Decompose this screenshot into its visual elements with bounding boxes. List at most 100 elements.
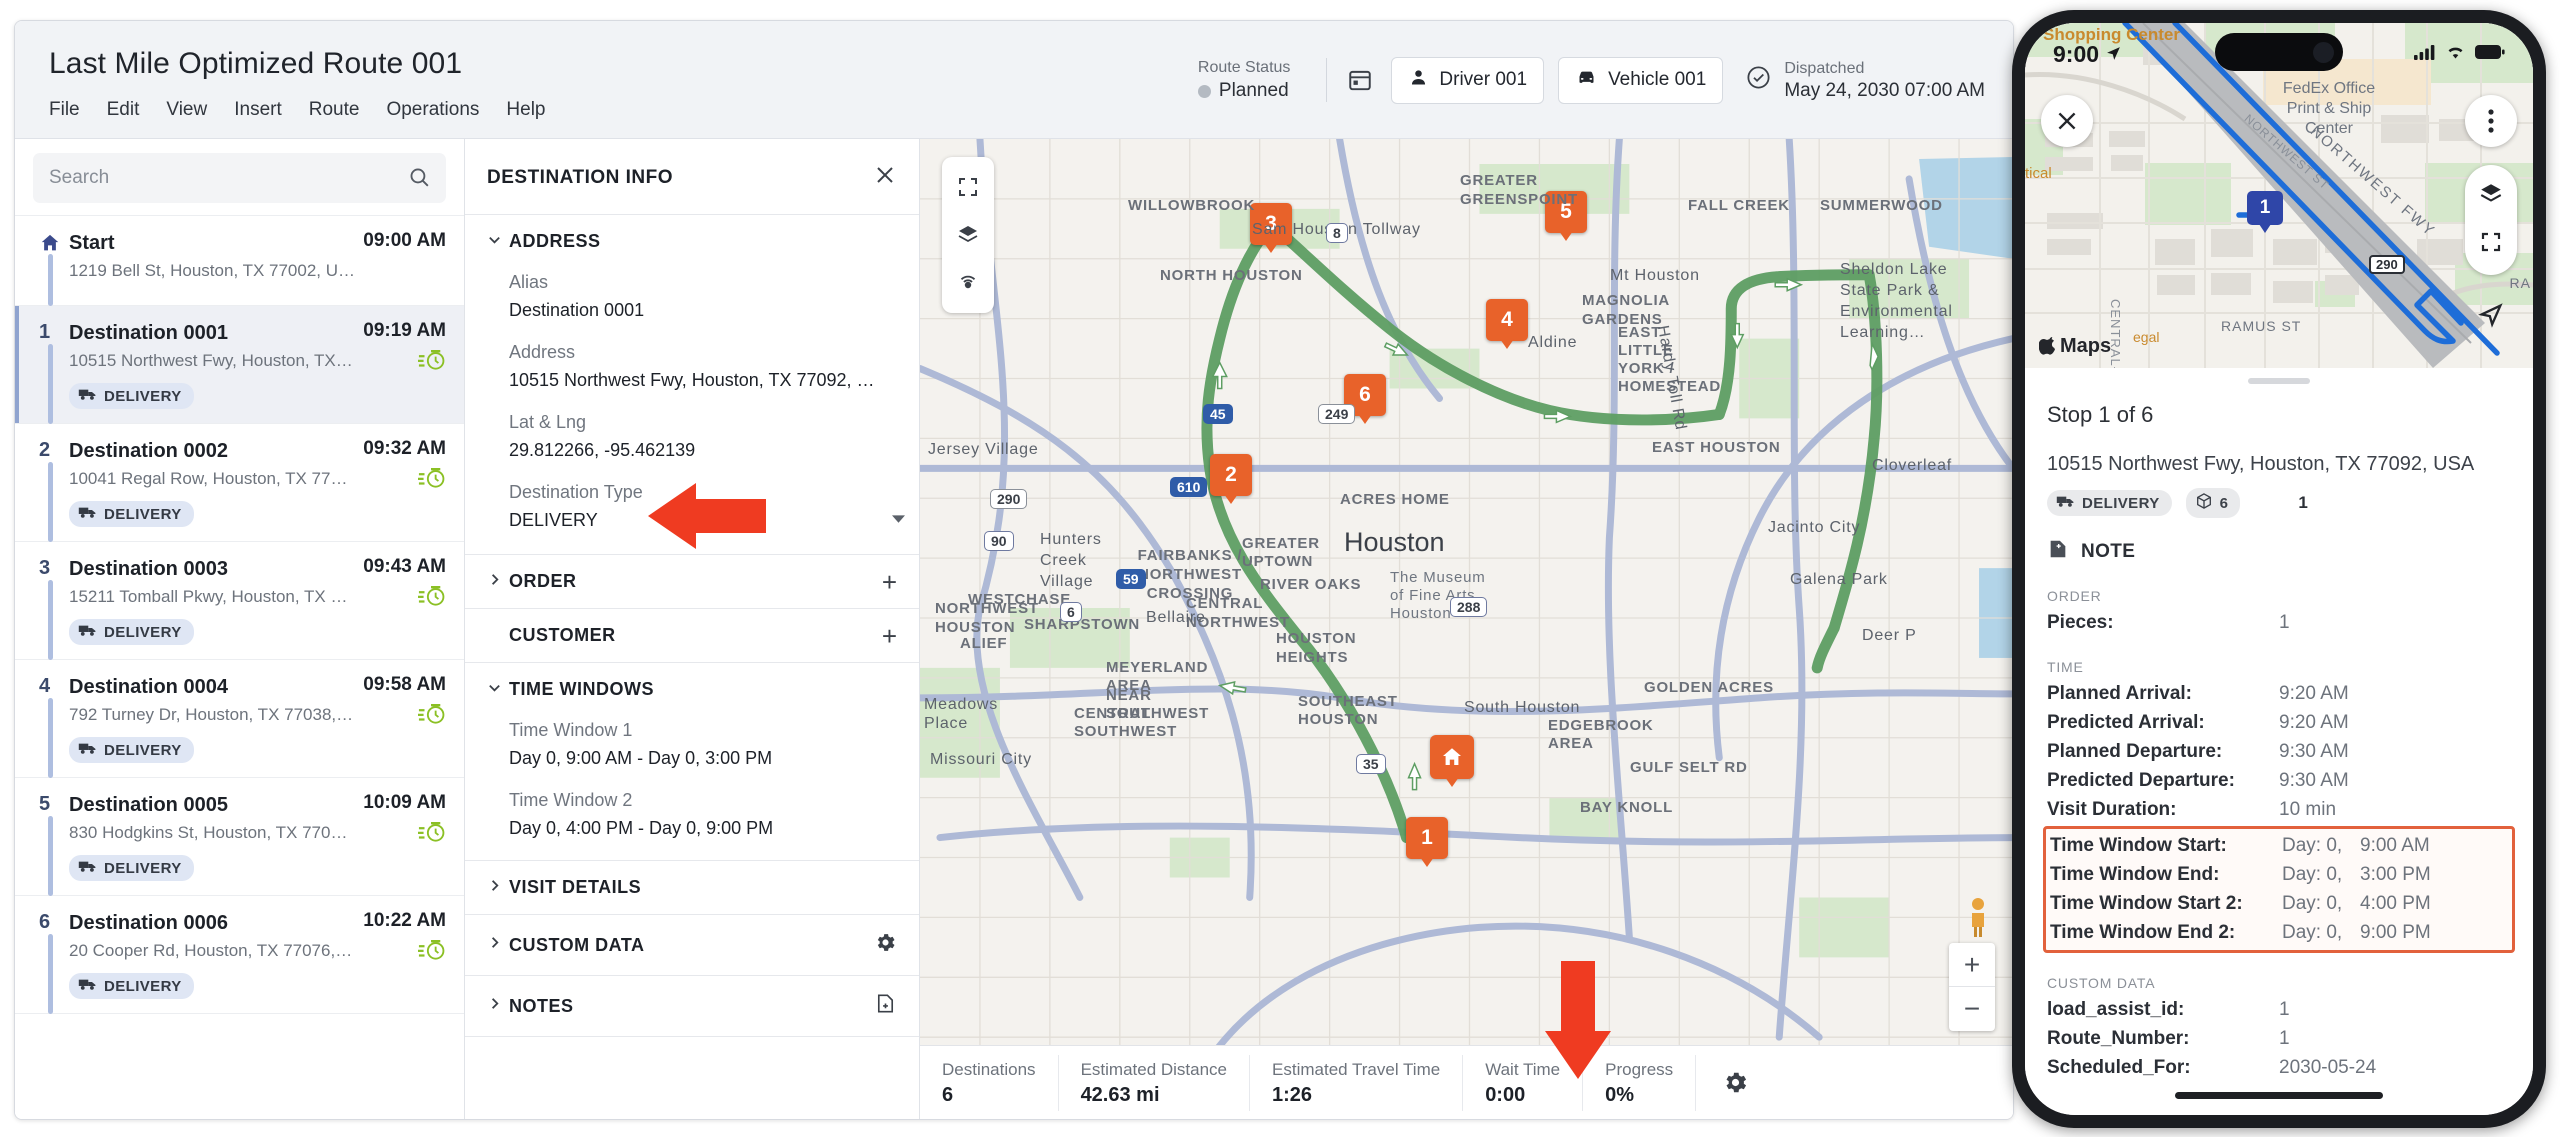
note-label: NOTE xyxy=(2081,541,2136,562)
gear-icon[interactable] xyxy=(874,931,897,959)
close-icon[interactable] xyxy=(873,163,897,192)
truck-icon xyxy=(78,977,97,995)
traffic-icon[interactable] xyxy=(942,259,994,307)
field-address-label: Address xyxy=(509,342,576,362)
menu-item-file[interactable]: File xyxy=(49,99,80,121)
desktop-window: Last Mile Optimized Route 001 File Edit … xyxy=(14,20,2014,1120)
calendar-icon[interactable] xyxy=(1343,63,1377,97)
detail-row: Visit Duration: 10 min xyxy=(2047,795,2511,824)
detail-row: Scheduled_For: 2030-05-24 xyxy=(2047,1053,2511,1082)
detail-row-key: load_assist_id: xyxy=(2047,999,2185,1020)
menu-item-operations[interactable]: Operations xyxy=(386,99,479,121)
map-label: WESTCHASE xyxy=(968,591,1072,608)
section-address-header[interactable]: ADDRESS xyxy=(465,215,919,268)
section-custom-data: CUSTOM DATA xyxy=(465,915,919,976)
stats-gear-icon[interactable] xyxy=(1696,1055,1774,1111)
list-item-title: Destination 0006 xyxy=(69,912,228,934)
street-view-icon[interactable] xyxy=(1965,895,1991,939)
list-item-index: 5 xyxy=(39,793,51,815)
field-alias-value[interactable]: Destination 0001 xyxy=(509,296,897,324)
map-marker-2[interactable]: 2 xyxy=(1210,454,1252,504)
map-label: GREATER GREENSPOINT xyxy=(1460,172,1578,208)
menu-item-route[interactable]: Route xyxy=(309,99,360,121)
zoom-out-button[interactable]: − xyxy=(1949,987,1995,1031)
add-order-button[interactable]: + xyxy=(882,569,897,595)
menu-item-edit[interactable]: Edit xyxy=(107,99,140,121)
map-label: South Houston xyxy=(1464,699,1581,716)
list-item-destination[interactable]: 3 Destination 0003 15211 Tomball Pkwy, Hou… xyxy=(15,542,464,660)
section-order-header[interactable]: ORDER + xyxy=(465,555,919,608)
map-marker-home[interactable] xyxy=(1430,735,1474,787)
add-customer-button[interactable]: + xyxy=(882,623,897,649)
map-label: GREATER UPTOWN xyxy=(1242,535,1320,570)
menu-item-insert[interactable]: Insert xyxy=(234,99,282,121)
delivery-badge: DELIVERY xyxy=(69,737,194,763)
field-latlng-value[interactable]: 29.812266, -95.462139 xyxy=(509,436,897,464)
field-address-value[interactable]: 10515 Northwest Fwy, Houston, TX 77092, … xyxy=(509,366,897,394)
list-item-title: Destination 0001 xyxy=(69,322,228,344)
route-status: Route Status Planned xyxy=(1197,57,1311,103)
map-canvas[interactable]: 1 2 3 4 5 6 WILLOWBROOK NORTH HOUSTON Je… xyxy=(920,139,2013,1119)
map-marker-1[interactable]: 1 xyxy=(1406,817,1448,867)
list-item-destination[interactable]: 2 Destination 0002 10041 Regal Row, Housto… xyxy=(15,424,464,542)
list-item-index: 2 xyxy=(39,439,51,461)
search-input[interactable] xyxy=(49,167,430,189)
menu-item-view[interactable]: View xyxy=(166,99,207,121)
delivery-badge-label: DELIVERY xyxy=(104,741,182,759)
note-button[interactable]: NOTE xyxy=(2047,538,2511,566)
list-item-destination[interactable]: 5 Destination 0005 830 Hodgkins St, Housto… xyxy=(15,778,464,896)
section-visit-details-header[interactable]: VISIT DETAILS xyxy=(465,861,919,914)
apple-maps-label: Maps xyxy=(2060,335,2112,357)
stat-value: 1:26 xyxy=(1272,1083,1313,1106)
search-box[interactable] xyxy=(33,153,446,203)
detail-row: Pieces: 1 xyxy=(2047,608,2511,637)
fullscreen-icon[interactable] xyxy=(942,163,994,211)
fullscreen-icon[interactable] xyxy=(2479,230,2503,259)
menu-item-help[interactable]: Help xyxy=(506,99,545,121)
field-time-window-1: Time Window 1 Day 0, 9:00 AM - Day 0, 3:… xyxy=(509,716,897,772)
time-window-1-value[interactable]: Day 0, 9:00 AM - Day 0, 3:00 PM xyxy=(509,744,897,772)
layers-icon[interactable] xyxy=(2478,181,2504,212)
map-label: NORTH HOUSTON xyxy=(1160,267,1303,284)
map-label: Missouri City xyxy=(930,751,1032,768)
navigate-icon[interactable] xyxy=(2465,289,2517,341)
route-status-value-wrap: Planned xyxy=(1197,79,1291,103)
phone-mockup: Shopping Center FedEx Office Print & Shi… xyxy=(2012,10,2546,1128)
zoom-controls: + − xyxy=(1949,943,1995,1031)
search-icon[interactable] xyxy=(407,165,432,195)
phone-map[interactable]: Shopping Center FedEx Office Print & Shi… xyxy=(2025,23,2533,368)
list-item-destination[interactable]: 1 Destination 0001 10515 Northwest Fwy, Ho… xyxy=(15,306,464,424)
more-vertical-icon[interactable] xyxy=(2465,95,2517,147)
route-connector xyxy=(48,934,53,1014)
detail-row-key: Time Window Start 2: xyxy=(2050,893,2243,914)
info-panel-header: DESTINATION INFO xyxy=(465,139,919,215)
detail-row: Time Window End: Day: 0, 3:00 PM xyxy=(2050,860,2508,889)
note-add-icon[interactable] xyxy=(874,992,897,1020)
close-icon[interactable] xyxy=(2041,95,2093,147)
time-window-clock-icon xyxy=(416,700,446,731)
list-item-destination[interactable]: 4 Destination 0004 792 Turney Dr, Houston,… xyxy=(15,660,464,778)
chevron-down-icon[interactable] xyxy=(892,512,905,527)
detail-row: Planned Departure: 9:30 AM xyxy=(2047,737,2511,766)
map-label: BAY KNOLL xyxy=(1580,799,1674,816)
list-item-start[interactable]: Start 1219 Bell St, Houston, TX 77002, U… xyxy=(15,216,464,306)
driver-chip[interactable]: Driver 001 xyxy=(1391,56,1545,104)
list-item-time: 09:43 AM xyxy=(363,556,446,577)
detail-row: Time Window Start 2: Day: 0, 4:00 PM xyxy=(2050,889,2508,918)
phone-map-marker[interactable]: 1 xyxy=(2247,191,2283,233)
time-window-2-value[interactable]: Day 0, 4:00 PM - Day 0, 9:00 PM xyxy=(509,814,897,842)
map-marker-4[interactable]: 4 xyxy=(1486,299,1528,349)
section-notes-header[interactable]: NOTES xyxy=(465,976,919,1036)
list-item-destination[interactable]: 6 Destination 0006 20 Cooper Rd, Houston, … xyxy=(15,896,464,1014)
section-custom-data-header[interactable]: CUSTOM DATA xyxy=(465,915,919,975)
sheet-grabber[interactable] xyxy=(2248,378,2310,384)
map-label: EAST HOUSTON xyxy=(1652,439,1781,456)
vehicle-chip[interactable]: Vehicle 001 xyxy=(1558,56,1724,104)
layers-icon[interactable] xyxy=(942,211,994,259)
section-customer-header[interactable]: CUSTOMER + xyxy=(465,609,919,662)
time-window-2-label: Time Window 2 xyxy=(509,790,633,810)
section-time-windows-header[interactable]: TIME WINDOWS xyxy=(465,663,919,716)
phone-map-label: egal xyxy=(2133,329,2160,345)
zoom-in-button[interactable]: + xyxy=(1949,943,1995,987)
stat-label: Progress xyxy=(1605,1059,1674,1079)
